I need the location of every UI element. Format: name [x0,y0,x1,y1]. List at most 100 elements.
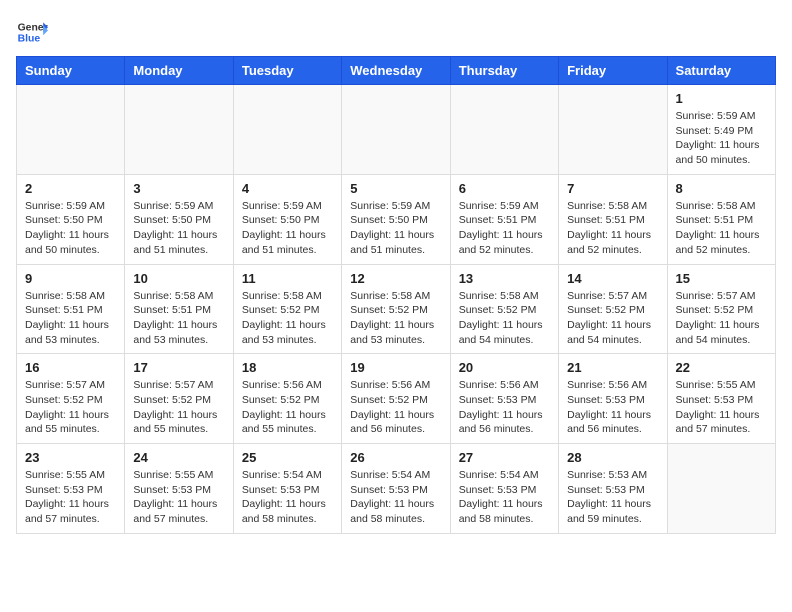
calendar-cell: 9 Sunrise: 5:58 AM Sunset: 5:51 PM Daylig… [17,264,125,354]
day-info: Sunrise: 5:55 AM Sunset: 5:53 PM Dayligh… [676,378,767,437]
day-info: Sunrise: 5:55 AM Sunset: 5:53 PM Dayligh… [25,468,116,527]
weekday-header-sunday: Sunday [17,57,125,85]
day-number: 7 [567,181,658,196]
calendar-cell: 12Sunrise: 5:58 AM Sunset: 5:52 PM Dayli… [342,264,450,354]
weekday-header-friday: Friday [559,57,667,85]
day-number: 10 [133,271,224,286]
day-info: Sunrise: 5:54 AM Sunset: 5:53 PM Dayligh… [242,468,333,527]
day-info: Sunrise: 5:59 AM Sunset: 5:51 PM Dayligh… [459,199,550,258]
calendar-cell: 10 Sunrise: 5:58 AM Sunset: 5:51 PM Dayli… [125,264,233,354]
day-info: Sunrise: 5:53 AM Sunset: 5:53 PM Dayligh… [567,468,658,527]
day-number: 13 [459,271,550,286]
day-info: Sunrise: 5:56 AM Sunset: 5:52 PM Dayligh… [350,378,441,437]
calendar-cell: 2 Sunrise: 5:59 AM Sunset: 5:50 PM Daylig… [17,174,125,264]
day-info: Sunrise: 5:58 AM Sunset: 5:52 PM Dayligh… [459,289,550,348]
calendar-cell [559,85,667,175]
day-info: Sunrise: 5:55 AM Sunset: 5:53 PM Dayligh… [133,468,224,527]
day-info: Sunrise: 5:58 AM Sunset: 5:51 PM Dayligh… [25,289,116,348]
calendar-cell: 7 Sunrise: 5:58 AM Sunset: 5:51 PM Daylig… [559,174,667,264]
logo-icon: General Blue [16,16,48,48]
day-info: Sunrise: 5:58 AM Sunset: 5:51 PM Dayligh… [676,199,767,258]
calendar-cell [450,85,558,175]
calendar-cell: 21 Sunrise: 5:56 AM Sunset: 5:53 PM Dayli… [559,354,667,444]
calendar-cell: 20 Sunrise: 5:56 AM Sunset: 5:53 PM Dayli… [450,354,558,444]
day-number: 16 [25,360,116,375]
day-number: 2 [25,181,116,196]
calendar-cell: 16 Sunrise: 5:57 AM Sunset: 5:52 PM Dayli… [17,354,125,444]
calendar-cell: 8 Sunrise: 5:58 AM Sunset: 5:51 PM Daylig… [667,174,775,264]
weekday-header-wednesday: Wednesday [342,57,450,85]
calendar-cell: 4 Sunrise: 5:59 AM Sunset: 5:50 PM Daylig… [233,174,341,264]
logo: General Blue [16,16,48,48]
calendar-cell: 27 Sunrise: 5:54 AM Sunset: 5:53 PM Dayli… [450,444,558,534]
svg-text:Blue: Blue [18,34,41,45]
day-number: 18 [242,360,333,375]
day-number: 20 [459,360,550,375]
calendar-cell: 13 Sunrise: 5:58 AM Sunset: 5:52 PM Dayli… [450,264,558,354]
day-number: 15 [676,271,767,286]
day-number: 1 [676,91,767,106]
calendar-cell: 1 Sunrise: 5:59 AM Sunset: 5:49 PM Daylig… [667,85,775,175]
day-number: 28 [567,450,658,465]
day-number: 22 [676,360,767,375]
calendar-cell: 6 Sunrise: 5:59 AM Sunset: 5:51 PM Daylig… [450,174,558,264]
day-info: Sunrise: 5:59 AM Sunset: 5:50 PM Dayligh… [350,199,441,258]
day-info: Sunrise: 5:54 AM Sunset: 5:53 PM Dayligh… [459,468,550,527]
day-info: Sunrise: 5:57 AM Sunset: 5:52 PM Dayligh… [133,378,224,437]
calendar-week-row-3: 16 Sunrise: 5:57 AM Sunset: 5:52 PM Dayli… [17,354,776,444]
day-number: 14 [567,271,658,286]
day-number: 19 [350,360,441,375]
calendar-cell: 3 Sunrise: 5:59 AM Sunset: 5:50 PM Daylig… [125,174,233,264]
calendar-cell: 11Sunrise: 5:58 AM Sunset: 5:52 PM Dayli… [233,264,341,354]
day-number: 27 [459,450,550,465]
day-number: 24 [133,450,224,465]
calendar-cell [233,85,341,175]
calendar-cell: 18 Sunrise: 5:56 AM Sunset: 5:52 PM Dayli… [233,354,341,444]
calendar-cell: 17Sunrise: 5:57 AM Sunset: 5:52 PM Dayli… [125,354,233,444]
calendar-week-row-0: 1 Sunrise: 5:59 AM Sunset: 5:49 PM Daylig… [17,85,776,175]
day-number: 11 [242,271,333,286]
day-info: Sunrise: 5:57 AM Sunset: 5:52 PM Dayligh… [567,289,658,348]
calendar-cell: 14 Sunrise: 5:57 AM Sunset: 5:52 PM Dayli… [559,264,667,354]
day-info: Sunrise: 5:59 AM Sunset: 5:50 PM Dayligh… [25,199,116,258]
calendar-cell [667,444,775,534]
weekday-header-row: SundayMondayTuesdayWednesdayThursdayFrid… [17,57,776,85]
day-number: 21 [567,360,658,375]
day-info: Sunrise: 5:56 AM Sunset: 5:53 PM Dayligh… [459,378,550,437]
day-info: Sunrise: 5:56 AM Sunset: 5:52 PM Dayligh… [242,378,333,437]
page-header: General Blue [16,16,776,48]
calendar-cell: 19 Sunrise: 5:56 AM Sunset: 5:52 PM Dayli… [342,354,450,444]
calendar-cell: 24 Sunrise: 5:55 AM Sunset: 5:53 PM Dayli… [125,444,233,534]
calendar-cell [17,85,125,175]
day-info: Sunrise: 5:58 AM Sunset: 5:52 PM Dayligh… [350,289,441,348]
day-info: Sunrise: 5:58 AM Sunset: 5:51 PM Dayligh… [567,199,658,258]
day-info: Sunrise: 5:54 AM Sunset: 5:53 PM Dayligh… [350,468,441,527]
calendar-cell: 22 Sunrise: 5:55 AM Sunset: 5:53 PM Dayli… [667,354,775,444]
day-number: 25 [242,450,333,465]
calendar-table: SundayMondayTuesdayWednesdayThursdayFrid… [16,56,776,534]
day-info: Sunrise: 5:56 AM Sunset: 5:53 PM Dayligh… [567,378,658,437]
calendar-cell: 26 Sunrise: 5:54 AM Sunset: 5:53 PM Dayli… [342,444,450,534]
day-info: Sunrise: 5:59 AM Sunset: 5:49 PM Dayligh… [676,109,767,168]
day-info: Sunrise: 5:57 AM Sunset: 5:52 PM Dayligh… [25,378,116,437]
calendar-cell: 25 Sunrise: 5:54 AM Sunset: 5:53 PM Dayli… [233,444,341,534]
weekday-header-monday: Monday [125,57,233,85]
weekday-header-tuesday: Tuesday [233,57,341,85]
calendar-week-row-1: 2 Sunrise: 5:59 AM Sunset: 5:50 PM Daylig… [17,174,776,264]
day-number: 6 [459,181,550,196]
day-number: 23 [25,450,116,465]
calendar-cell [125,85,233,175]
calendar-week-row-2: 9 Sunrise: 5:58 AM Sunset: 5:51 PM Daylig… [17,264,776,354]
calendar-cell [342,85,450,175]
day-info: Sunrise: 5:59 AM Sunset: 5:50 PM Dayligh… [133,199,224,258]
day-number: 3 [133,181,224,196]
calendar-cell: 28 Sunrise: 5:53 AM Sunset: 5:53 PM Dayli… [559,444,667,534]
day-number: 8 [676,181,767,196]
day-number: 26 [350,450,441,465]
day-info: Sunrise: 5:59 AM Sunset: 5:50 PM Dayligh… [242,199,333,258]
day-number: 5 [350,181,441,196]
day-number: 9 [25,271,116,286]
day-info: Sunrise: 5:58 AM Sunset: 5:51 PM Dayligh… [133,289,224,348]
day-number: 4 [242,181,333,196]
weekday-header-saturday: Saturday [667,57,775,85]
